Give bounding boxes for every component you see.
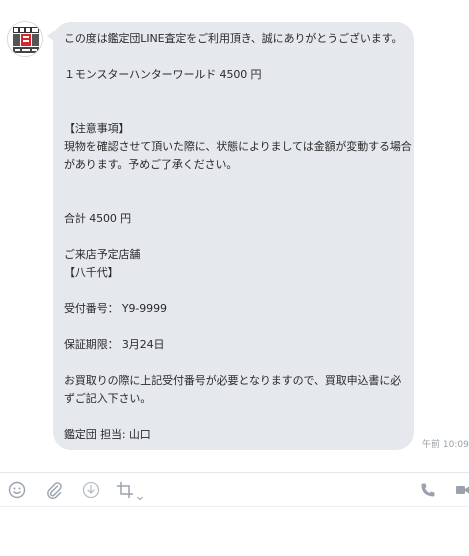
crop-icon [116, 481, 134, 499]
emoji-button[interactable] [7, 480, 27, 500]
message-line [64, 228, 404, 246]
emoji-icon [8, 481, 26, 499]
video-icon [456, 486, 469, 494]
message-input[interactable] [0, 507, 469, 556]
message-line [64, 192, 404, 210]
message-line [64, 102, 404, 120]
message-line [64, 282, 404, 300]
message-line: 受付番号： Y9-9999 [64, 302, 167, 315]
phone-icon [421, 483, 435, 497]
input-toolbar [0, 473, 469, 506]
message-bubble[interactable]: この度は鑑定団LINE査定をご利用頂き、誠にありがとうございます。 １モンスター… [53, 22, 414, 450]
message-line [64, 354, 404, 372]
message-line: 【注意事項】 [64, 122, 130, 135]
download-button[interactable] [81, 480, 101, 500]
message-line: 【八千代】 [64, 266, 119, 279]
message-line: 鑑定団 担当: 山口 [64, 428, 151, 441]
message-line [64, 318, 404, 336]
message-line: ご来店予定店舗 [64, 248, 141, 261]
attach-icon [47, 482, 62, 499]
message-line: があります。予めご了承ください。 [64, 158, 238, 171]
avatar[interactable] [7, 21, 43, 57]
attach-button[interactable] [44, 480, 64, 500]
message-timestamp: 午前 10:09 [422, 440, 469, 450]
message-line: 合計 4500 円 [64, 212, 132, 225]
message-line [64, 48, 404, 66]
message-line: 保証期限： 3月24日 [64, 338, 165, 351]
video-call-button[interactable] [452, 480, 469, 500]
message-line: １モンスターハンターワールド 4500 円 [64, 68, 262, 81]
message-line [64, 84, 404, 102]
message-line: この度は鑑定団LINE査定をご利用頂き、誠にありがとうございます。 [64, 32, 403, 45]
call-button[interactable] [418, 480, 438, 500]
chat-window: この度は鑑定団LINE査定をご利用頂き、誠にありがとうございます。 １モンスター… [0, 0, 469, 556]
message-line: ずご記入下さい。 [64, 392, 152, 405]
message-line: 現物を確認させて頂いた際に、状態によりましては金額が変動する場合 [64, 140, 412, 153]
message-list[interactable]: この度は鑑定団LINE査定をご利用頂き、誠にありがとうございます。 １モンスター… [0, 0, 469, 472]
crop-button[interactable] [115, 480, 135, 500]
store-logo-icon [8, 22, 42, 56]
message-line: お買取りの際に上記受付番号が必要となりますので、買取申込書に必 [64, 374, 402, 387]
message-line [64, 174, 404, 192]
chevron-down-icon[interactable] [136, 487, 144, 501]
message-line [64, 408, 404, 426]
download-icon [82, 481, 100, 499]
